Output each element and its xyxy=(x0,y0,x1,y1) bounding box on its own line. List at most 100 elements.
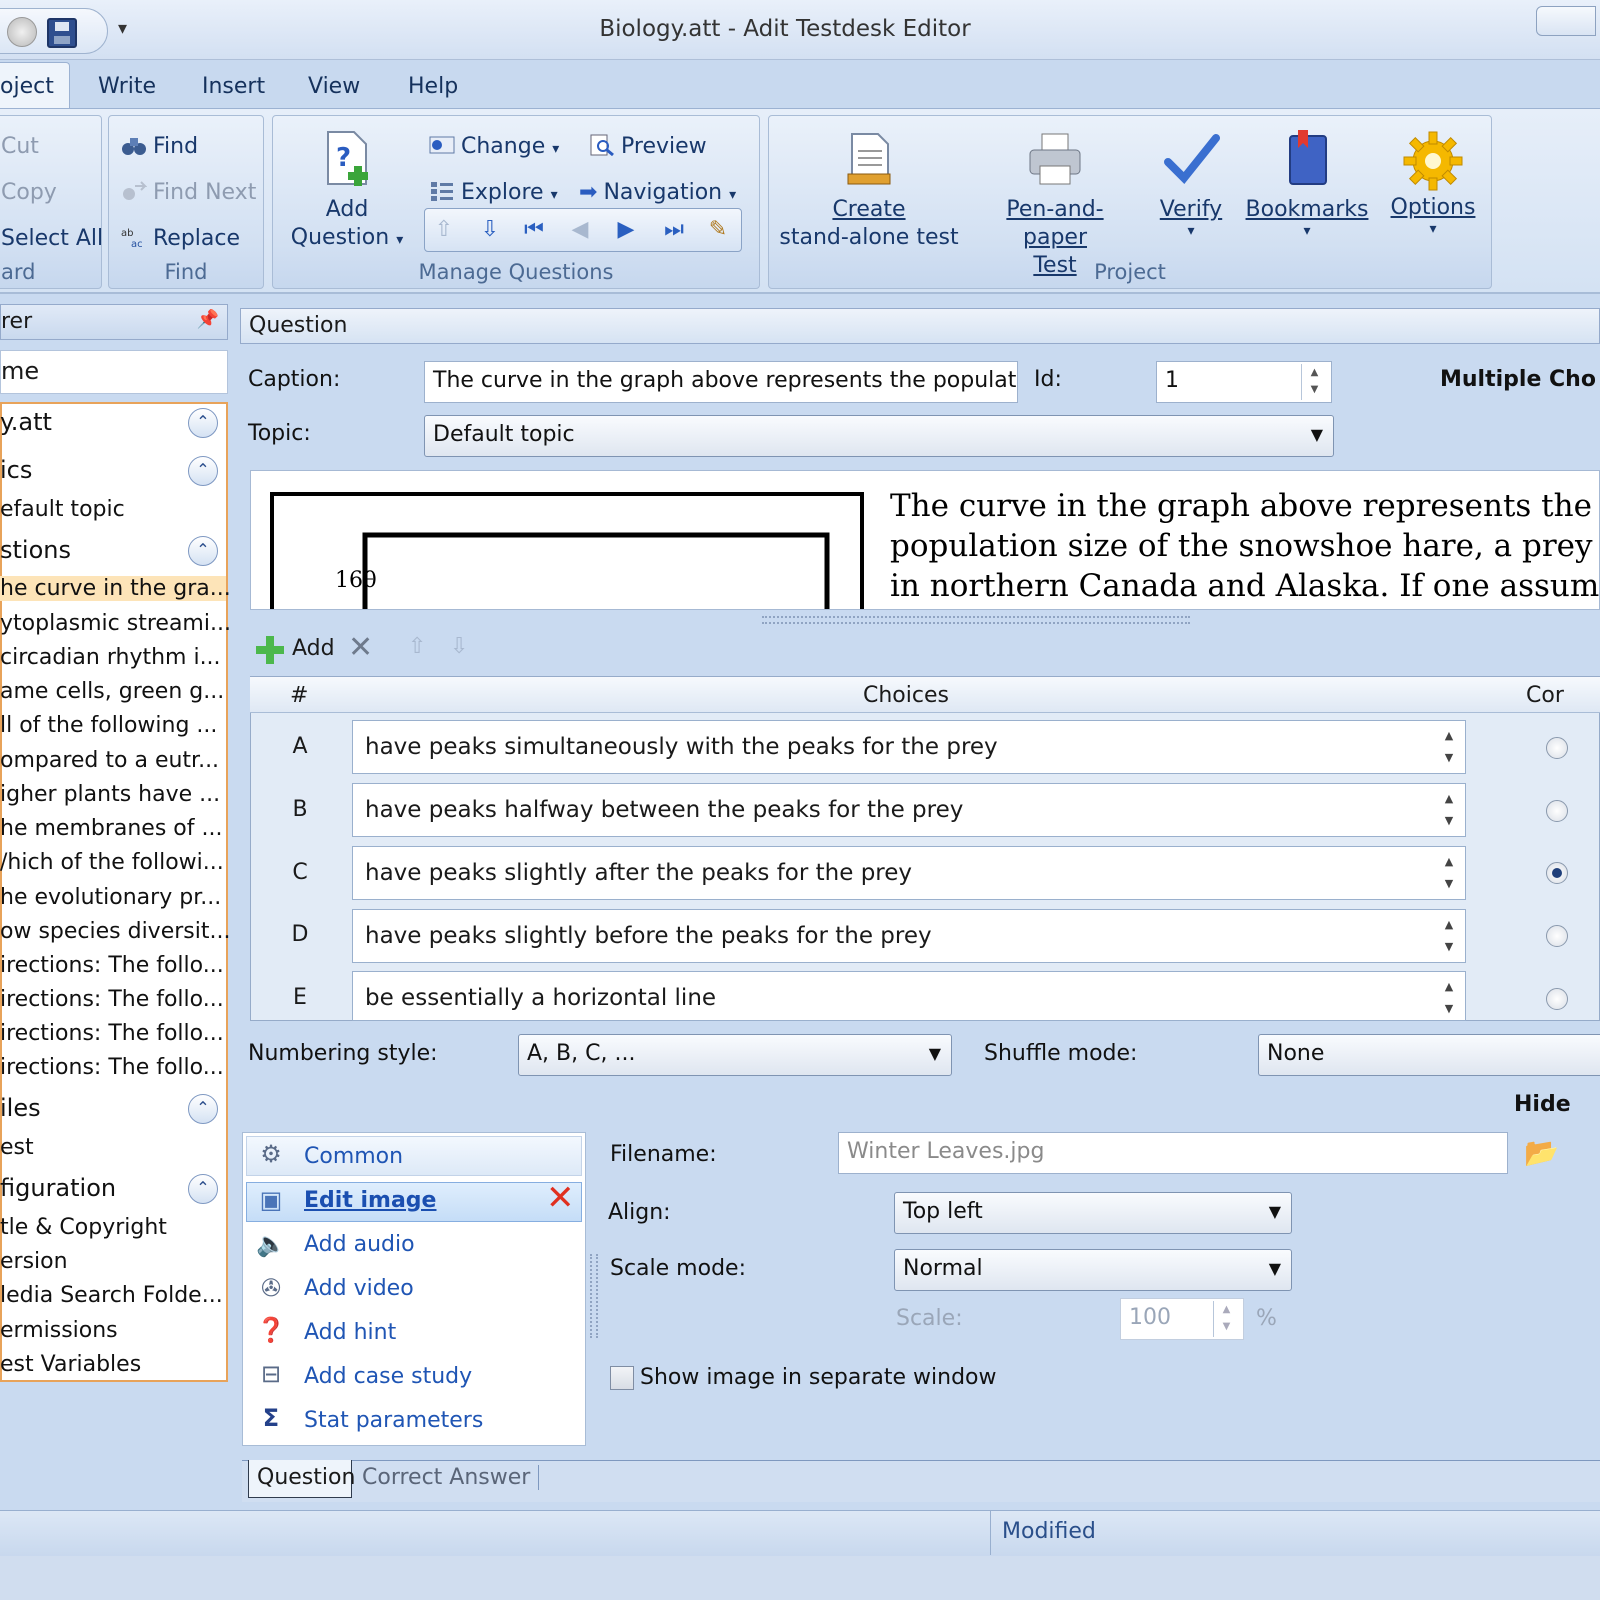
tree-node-configuration[interactable]: figuration xyxy=(0,1174,116,1202)
correct-radio-c[interactable] xyxy=(1546,862,1568,884)
tree-item-question-10[interactable]: he evolutionary pr... xyxy=(0,885,221,910)
bookmarks-button[interactable]: Bookmarks ▾ xyxy=(1245,130,1369,238)
first-question-icon[interactable]: ⏮ xyxy=(519,215,549,245)
media-common-label[interactable]: Common xyxy=(304,1144,403,1169)
scale-spinner[interactable]: ▲ ▼ xyxy=(1213,1301,1239,1337)
collapse-icon[interactable]: ⌃ xyxy=(188,1094,218,1124)
tree-node-questions[interactable]: stions xyxy=(0,536,71,564)
collapse-icon[interactable]: ⌃ xyxy=(188,1174,218,1204)
choice-text-b[interactable]: have peaks halfway between the peaks for… xyxy=(352,783,1466,837)
tab-help[interactable]: Help xyxy=(408,74,458,99)
explorer-search-field[interactable]: me xyxy=(0,350,228,394)
last-question-icon[interactable]: ⏭ xyxy=(659,215,689,245)
tree-item-question-5[interactable]: ll of the following ... xyxy=(0,713,217,738)
correct-radio-d[interactable] xyxy=(1546,925,1568,947)
media-add-case-study-label[interactable]: Add case study xyxy=(304,1364,472,1389)
edit-note-icon[interactable]: ✎ xyxy=(703,215,733,245)
move-choice-down-icon[interactable]: ⇩ xyxy=(450,634,468,659)
add-choice-label[interactable]: Add xyxy=(292,636,335,661)
choice-text-a[interactable]: have peaks simultaneously with the peaks… xyxy=(352,720,1466,774)
open-folder-icon[interactable]: 📂 xyxy=(1524,1136,1559,1169)
media-item-common[interactable] xyxy=(246,1136,582,1176)
tree-item-test-variables[interactable]: est Variables xyxy=(0,1352,141,1377)
numbering-style-select[interactable]: A, B, C, ... ▼ xyxy=(518,1034,952,1076)
media-add-video-label[interactable]: Add video xyxy=(304,1276,414,1301)
id-input[interactable]: 1 ▲ ▼ xyxy=(1156,361,1332,403)
tree-node-files[interactable]: iles xyxy=(0,1094,41,1122)
tree-root-file[interactable]: y.att xyxy=(0,408,52,436)
collapse-icon[interactable]: ⌃ xyxy=(188,536,218,566)
copy-button[interactable]: Copy xyxy=(1,180,57,205)
caption-input[interactable]: The curve in the graph above represents … xyxy=(424,361,1018,403)
options-button[interactable]: Options ▾ xyxy=(1383,130,1483,236)
tab-correct-answer[interactable]: Correct Answer xyxy=(362,1465,540,1490)
media-splitter-handle[interactable] xyxy=(590,1254,598,1338)
scale-input[interactable]: 100 ▲ ▼ xyxy=(1120,1298,1244,1340)
find-next-button[interactable]: Find Next xyxy=(121,180,256,205)
explore-button[interactable]: Explore ▾ xyxy=(429,180,558,205)
id-spinner[interactable]: ▲ ▼ xyxy=(1301,364,1327,400)
tree-item-question-8[interactable]: he membranes of ... xyxy=(0,816,222,841)
find-button[interactable]: Find xyxy=(121,134,198,159)
topic-select[interactable]: Default topic ▼ xyxy=(424,415,1334,457)
tree-item-question-14[interactable]: irections: The follo... xyxy=(0,1021,224,1046)
tree-item-question-4[interactable]: ame cells, green g... xyxy=(0,679,224,704)
change-button[interactable]: Change ▾ xyxy=(429,134,559,159)
choice-text-d[interactable]: have peaks slightly before the peaks for… xyxy=(352,909,1466,963)
choice-spinner[interactable]: ▲ ▼ xyxy=(1437,851,1461,895)
tree-item-question-15[interactable]: irections: The follo... xyxy=(0,1055,224,1080)
choice-spinner[interactable]: ▲ ▼ xyxy=(1437,725,1461,769)
choice-spinner[interactable]: ▲ ▼ xyxy=(1437,914,1461,958)
tab-view[interactable]: View xyxy=(308,74,360,99)
create-standalone-test-button[interactable]: Create stand-alone test xyxy=(775,130,963,252)
tree-node-topics[interactable]: ics xyxy=(0,456,32,484)
tab-write[interactable]: Write xyxy=(98,74,156,99)
next-question-icon[interactable]: ▶ xyxy=(611,215,641,245)
tree-item-question-13[interactable]: irections: The follo... xyxy=(0,987,224,1012)
add-question-button[interactable]: ? Add Question ▾ xyxy=(287,130,407,254)
tree-item-question-3[interactable]: circadian rhythm i... xyxy=(0,645,221,670)
select-all-button[interactable]: Select All xyxy=(1,226,103,251)
scale-mode-select[interactable]: Normal ▼ xyxy=(894,1249,1292,1291)
tab-insert[interactable]: Insert xyxy=(202,74,265,99)
tree-item-title-copyright[interactable]: tle & Copyright xyxy=(0,1215,167,1240)
move-up-icon[interactable]: ⇧ xyxy=(429,215,459,245)
cut-button[interactable]: Cut xyxy=(1,134,39,159)
choice-spinner[interactable]: ▲ ▼ xyxy=(1437,976,1461,1020)
navigation-button[interactable]: ➡ Navigation ▾ xyxy=(579,180,736,205)
minimize-button[interactable] xyxy=(1536,6,1596,36)
choice-text-c[interactable]: have peaks slightly after the peaks for … xyxy=(352,846,1466,900)
collapse-icon[interactable]: ⌃ xyxy=(188,408,218,438)
choice-spinner[interactable]: ▲ ▼ xyxy=(1437,788,1461,832)
collapse-icon[interactable]: ⌃ xyxy=(188,456,218,486)
shuffle-mode-select[interactable]: None xyxy=(1258,1034,1600,1076)
media-stat-parameters-label[interactable]: Stat parameters xyxy=(304,1408,483,1433)
tree-item-default-topic[interactable]: efault topic xyxy=(0,497,125,522)
remove-image-icon[interactable]: ✕ xyxy=(546,1178,575,1218)
media-add-audio-label[interactable]: Add audio xyxy=(304,1232,415,1257)
tree-item-version[interactable]: ersion xyxy=(0,1249,68,1274)
correct-radio-e[interactable] xyxy=(1546,988,1568,1010)
splitter-handle[interactable] xyxy=(762,616,1190,624)
tree-item-question-9[interactable]: /hich of the followi... xyxy=(0,850,224,875)
separate-window-checkbox[interactable] xyxy=(610,1366,634,1390)
choice-text-e[interactable]: be essentially a horizontal line ▲ ▼ xyxy=(352,971,1466,1021)
tree-item-question-1[interactable]: he curve in the gra... xyxy=(0,576,231,601)
move-down-icon[interactable]: ⇩ xyxy=(475,215,505,245)
media-edit-image-label[interactable]: Edit image xyxy=(304,1188,436,1213)
tree-item-media-search-folders[interactable]: ledia Search Folde... xyxy=(0,1283,223,1308)
tree-item-question-6[interactable]: ompared to a eutr... xyxy=(0,748,219,773)
add-choice-button[interactable] xyxy=(254,634,286,666)
media-add-hint-label[interactable]: Add hint xyxy=(304,1320,396,1345)
correct-radio-a[interactable] xyxy=(1546,737,1568,759)
delete-choice-icon[interactable]: ✕ xyxy=(348,630,373,665)
preview-button[interactable]: Preview xyxy=(589,134,707,159)
hide-link[interactable]: Hide xyxy=(1514,1092,1571,1117)
align-select[interactable]: Top left ▼ xyxy=(894,1192,1292,1234)
filename-input[interactable]: Winter Leaves.jpg xyxy=(838,1132,1508,1174)
verify-button[interactable]: Verify ▾ xyxy=(1149,130,1233,238)
pin-icon[interactable]: 📌 xyxy=(197,309,219,330)
tree-item-question-2[interactable]: ytoplasmic streami... xyxy=(0,611,231,636)
tab-project-label[interactable]: oject xyxy=(0,74,54,99)
pen-and-paper-test-button[interactable]: Pen-and-paper Test xyxy=(975,130,1135,280)
